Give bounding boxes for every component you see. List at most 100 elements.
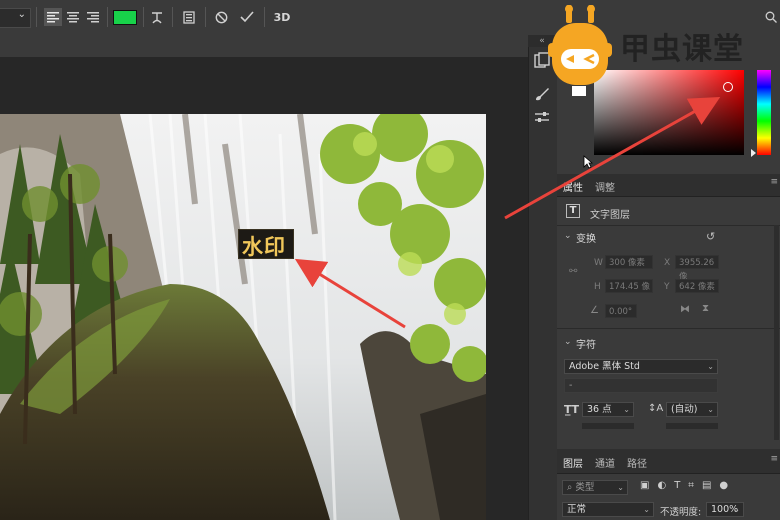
divider xyxy=(205,7,206,27)
brush-icon xyxy=(536,88,549,101)
panel-icon xyxy=(183,10,195,24)
properties-panel-header: 属性 调整 ≡ xyxy=(557,174,780,197)
collapse-icon: « xyxy=(539,36,545,46)
cancel-icon xyxy=(215,11,227,23)
opacity-field[interactable]: 100% ⌄ xyxy=(706,502,744,517)
font-style-value: - xyxy=(569,380,573,391)
warp-text-button[interactable] xyxy=(148,8,166,26)
text-color-button[interactable] xyxy=(113,8,137,26)
commit-button[interactable] xyxy=(238,8,256,26)
tracking-field[interactable] xyxy=(582,423,634,429)
cancel-button[interactable] xyxy=(212,8,230,26)
transform-section-title[interactable]: 变换 xyxy=(576,230,596,245)
divider xyxy=(557,328,780,329)
mouse-cursor-icon xyxy=(583,155,594,172)
tab-properties[interactable]: 属性 xyxy=(563,179,583,194)
chevron-down-icon: ⌄ xyxy=(617,483,624,492)
tab-channels[interactable]: 通道 xyxy=(595,455,615,470)
reset-transform-icon[interactable]: ↺ xyxy=(706,230,715,243)
type-filter-icon[interactable]: T xyxy=(674,480,680,491)
divider xyxy=(264,7,265,27)
search-button[interactable] xyxy=(764,8,778,26)
layer-type-label: 文字图层 xyxy=(590,210,630,221)
blend-mode-value: 正常 xyxy=(567,504,587,515)
flip-vertical-icon[interactable]: ⧗ xyxy=(702,303,709,314)
x-field[interactable]: 3955.26 像 xyxy=(675,255,719,282)
font-style-dropdown[interactable]: - xyxy=(564,378,718,393)
align-center-button[interactable] xyxy=(64,8,82,26)
beetle-mascot-icon xyxy=(548,5,612,85)
shape-filter-icon[interactable]: ⌗ xyxy=(688,480,694,491)
opacity-label: 不透明度: xyxy=(660,507,702,518)
chevron-down-icon: ⌄ xyxy=(643,505,650,514)
height-field[interactable]: 174.45 像 xyxy=(605,279,653,293)
x-label: X xyxy=(664,258,671,268)
kerning-field[interactable] xyxy=(666,423,718,429)
y-label: Y xyxy=(664,282,670,292)
waterfall-photo xyxy=(0,114,486,520)
font-size-icon: T̲T xyxy=(564,403,580,416)
align-left-button[interactable] xyxy=(44,8,62,26)
divider xyxy=(557,225,780,226)
layer-filter-dropdown[interactable]: ⌕ 类型 ⌄ xyxy=(562,480,628,495)
3d-button[interactable]: 3D xyxy=(272,8,292,26)
hue-slider[interactable] xyxy=(757,70,771,155)
flip-horizontal-icon[interactable]: ⧓ xyxy=(680,304,690,315)
angle-field[interactable]: 0.00° xyxy=(605,304,637,318)
width-field[interactable]: 300 像素 xyxy=(605,255,653,269)
hue-slider-handle[interactable] xyxy=(751,149,756,157)
height-label: H xyxy=(594,282,601,292)
tab-adjustments[interactable]: 调整 xyxy=(595,179,615,194)
toggle-filter-icon[interactable]: ● xyxy=(719,480,728,491)
tab-layers[interactable]: 图层 xyxy=(563,455,583,470)
character-section-title[interactable]: 字符 xyxy=(576,336,596,351)
adjustment-filter-icon[interactable]: ◐ xyxy=(657,480,666,491)
smart-filter-icon[interactable]: ▤ xyxy=(702,480,711,491)
brand-mascot xyxy=(548,5,612,87)
divider xyxy=(36,7,37,27)
align-right-button[interactable] xyxy=(84,8,102,26)
blend-mode-dropdown[interactable]: 正常 ⌄ xyxy=(562,502,654,517)
image-filter-icon[interactable]: ▣ xyxy=(640,480,649,491)
font-family-dropdown[interactable]: Adobe 黑体 Std ⌄ xyxy=(564,359,718,374)
color-swatch xyxy=(113,9,137,25)
character-panel-button[interactable] xyxy=(180,8,198,26)
width-label: W xyxy=(594,258,603,268)
chevron-down-icon: ⌄ xyxy=(707,405,714,414)
align-right-icon xyxy=(87,11,99,22)
font-size-dropdown[interactable]: ⌄ xyxy=(0,8,31,28)
foreground-swatch[interactable] xyxy=(572,86,586,96)
panel-menu-icon[interactable]: ≡ xyxy=(770,177,778,187)
watermark-text: 水印 xyxy=(242,235,286,259)
checkmark-icon xyxy=(240,11,254,23)
color-picker-ring[interactable] xyxy=(723,82,733,92)
properties-scrollbar[interactable] xyxy=(774,225,779,440)
panel-menu-icon[interactable]: ≡ xyxy=(770,454,778,464)
search-icon xyxy=(765,11,777,23)
chevron-down-icon: ⌄ xyxy=(17,9,26,20)
watermark-text-layer[interactable]: 水印 xyxy=(238,229,294,259)
chevron-down-icon[interactable]: ⌄ xyxy=(564,337,572,347)
dock-button-adjust[interactable] xyxy=(533,108,551,126)
warp-text-icon xyxy=(152,12,162,24)
y-field[interactable]: 642 像素 xyxy=(675,279,719,293)
chevron-down-icon: ⌄ xyxy=(733,505,740,514)
angle-icon: ∠ xyxy=(590,305,599,316)
divider xyxy=(143,7,144,27)
align-center-icon xyxy=(67,11,79,22)
leading-dropdown[interactable]: (自动) ⌄ xyxy=(666,402,718,417)
chevron-down-icon[interactable]: ⌄ xyxy=(564,231,572,241)
font-size-value: 36 点 xyxy=(587,404,612,415)
leading-value: (自动) xyxy=(671,404,698,415)
dock-button-brush[interactable] xyxy=(533,85,551,103)
link-icon[interactable]: ⚯ xyxy=(569,266,577,277)
tab-paths[interactable]: 路径 xyxy=(627,455,647,470)
font-family-value: Adobe 黑体 Std xyxy=(569,361,640,372)
filter-kind-value: 类型 xyxy=(575,482,595,493)
canvas-image[interactable] xyxy=(0,114,486,520)
text-layer-icon: T xyxy=(566,204,580,218)
layer-filter-icons: ▣ ◐ T ⌗ ▤ ● xyxy=(640,480,728,491)
font-size-dropdown[interactable]: 36 点 ⌄ xyxy=(582,402,634,417)
align-left-icon xyxy=(47,11,59,22)
color-field[interactable] xyxy=(594,70,744,155)
